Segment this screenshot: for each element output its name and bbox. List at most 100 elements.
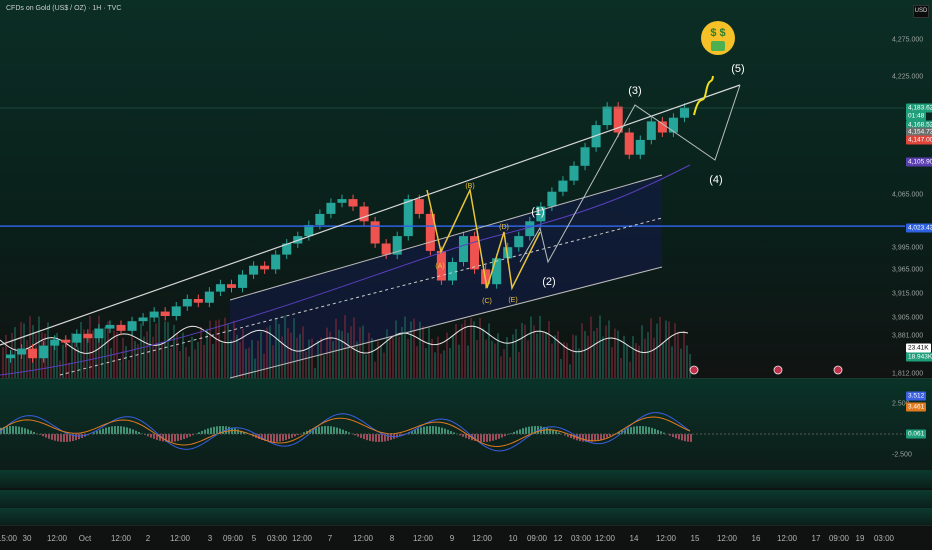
time-axis-label: 09:00 bbox=[526, 534, 548, 543]
volume-bar bbox=[50, 344, 52, 378]
volume-bar bbox=[485, 339, 487, 378]
macd-histogram-bar bbox=[45, 434, 47, 438]
macd-histogram-bar bbox=[603, 434, 605, 439]
macd-histogram-bar bbox=[525, 427, 527, 434]
volume-bar bbox=[26, 340, 28, 378]
candle-body bbox=[635, 139, 645, 155]
volume-bar bbox=[68, 362, 70, 378]
candle-body bbox=[370, 221, 380, 244]
candle-body bbox=[50, 339, 60, 346]
volume-bar bbox=[329, 331, 331, 378]
chart-canvas[interactable]: (A) (B) (C) (D) (E) (1) (2) (3) (4) (5) $ $ bbox=[0, 0, 932, 550]
time-axis-label: 12:00 bbox=[169, 534, 191, 543]
volume-bar bbox=[395, 320, 397, 378]
candle-body bbox=[646, 121, 656, 140]
event-marker-icon bbox=[773, 365, 783, 375]
volume-bar bbox=[608, 320, 610, 378]
candle-body bbox=[580, 147, 590, 166]
volume-bar bbox=[611, 347, 613, 378]
macd-histogram-bar bbox=[519, 429, 521, 434]
macd-histogram-bar bbox=[123, 426, 125, 434]
candle-body bbox=[447, 262, 457, 281]
macd-histogram-bar bbox=[330, 426, 332, 434]
volume-bar bbox=[461, 324, 463, 378]
candle-body bbox=[403, 199, 413, 237]
currency-button[interactable]: USD bbox=[913, 5, 929, 18]
volume-bar bbox=[323, 355, 325, 378]
volume-bar bbox=[464, 319, 466, 378]
emoji-tongue bbox=[711, 41, 725, 51]
macd-histogram-bar bbox=[546, 427, 548, 434]
volume-bar bbox=[239, 342, 241, 378]
time-axis-label: 8 bbox=[389, 534, 395, 543]
price-axis-label: 4,275.000 bbox=[892, 36, 924, 44]
time-axis[interactable]: 15:003012:00Oct12:00212:00309:00503:0012… bbox=[0, 525, 932, 550]
volume-bar bbox=[266, 327, 268, 378]
macd-histogram-bar bbox=[282, 434, 284, 441]
macd-histogram-bar bbox=[657, 430, 659, 434]
candle-body bbox=[326, 202, 336, 214]
volume-bar bbox=[296, 337, 298, 378]
volume-bar bbox=[422, 326, 424, 378]
volume-bar bbox=[554, 335, 556, 378]
macd-histogram-bar bbox=[318, 426, 320, 434]
volume-bar bbox=[413, 318, 415, 378]
volume-bar bbox=[605, 325, 607, 378]
volume-bar bbox=[8, 354, 10, 378]
macd-histogram-bar bbox=[207, 428, 209, 434]
time-axis-label: 12:00 bbox=[412, 534, 434, 543]
volume-bar bbox=[104, 326, 106, 378]
price-tag: 4,147.002 bbox=[906, 135, 932, 145]
volume-bar bbox=[587, 335, 589, 378]
volume-bar bbox=[533, 325, 535, 378]
candle-body bbox=[193, 299, 203, 303]
volume-bar bbox=[263, 353, 265, 378]
macd-histogram-bar bbox=[171, 434, 173, 442]
volume-bar bbox=[491, 340, 493, 378]
volume-bar bbox=[632, 336, 634, 378]
macd-histogram-bar bbox=[288, 434, 290, 439]
price-axis-label: 3,995.000 bbox=[892, 244, 924, 252]
volume-bar bbox=[620, 357, 622, 378]
macd-histogram-bar bbox=[426, 426, 428, 434]
time-axis-label: 12:00 bbox=[655, 534, 677, 543]
time-axis-label: 5 bbox=[251, 534, 257, 543]
time-axis-label: 12:00 bbox=[110, 534, 132, 543]
macd-histogram-bar bbox=[18, 426, 20, 434]
macd-histogram-bar bbox=[363, 434, 365, 440]
candle-body bbox=[39, 345, 49, 359]
volume-bar bbox=[530, 316, 532, 378]
macd-histogram-bar bbox=[675, 434, 677, 439]
macd-histogram-bar bbox=[516, 430, 518, 434]
volume-bar bbox=[563, 342, 565, 378]
macd-histogram-bar bbox=[462, 434, 464, 437]
volume-bar bbox=[305, 351, 307, 378]
time-axis-label: 14 bbox=[629, 534, 639, 543]
price-tag: 4,023.430 bbox=[906, 223, 932, 233]
volume-bar bbox=[653, 337, 655, 378]
candle-body bbox=[149, 311, 159, 318]
volume-bar bbox=[260, 331, 262, 378]
volume-bar bbox=[188, 356, 190, 378]
volume-bar bbox=[134, 340, 136, 378]
macd-histogram-bar bbox=[354, 434, 356, 436]
wave-label: (1) bbox=[531, 206, 544, 218]
macd-histogram-bar bbox=[366, 434, 368, 441]
candle-body bbox=[215, 284, 225, 292]
macd-histogram-bar bbox=[642, 426, 644, 434]
volume-bar bbox=[176, 332, 178, 378]
macd-histogram-bar bbox=[336, 427, 338, 434]
volume-bar bbox=[230, 339, 232, 378]
macd-histogram-bar bbox=[420, 427, 422, 434]
volume-bar bbox=[539, 315, 541, 378]
volume-bar bbox=[224, 317, 226, 378]
volume-bar bbox=[338, 329, 340, 378]
volume-bar bbox=[410, 321, 412, 378]
volume-bar bbox=[578, 348, 580, 378]
volume-bar bbox=[662, 342, 664, 378]
candle-body bbox=[414, 199, 424, 214]
candle-body bbox=[83, 333, 93, 339]
candle-body bbox=[547, 191, 557, 207]
macd-histogram-bar bbox=[489, 434, 491, 442]
macd-histogram-bar bbox=[204, 429, 206, 434]
